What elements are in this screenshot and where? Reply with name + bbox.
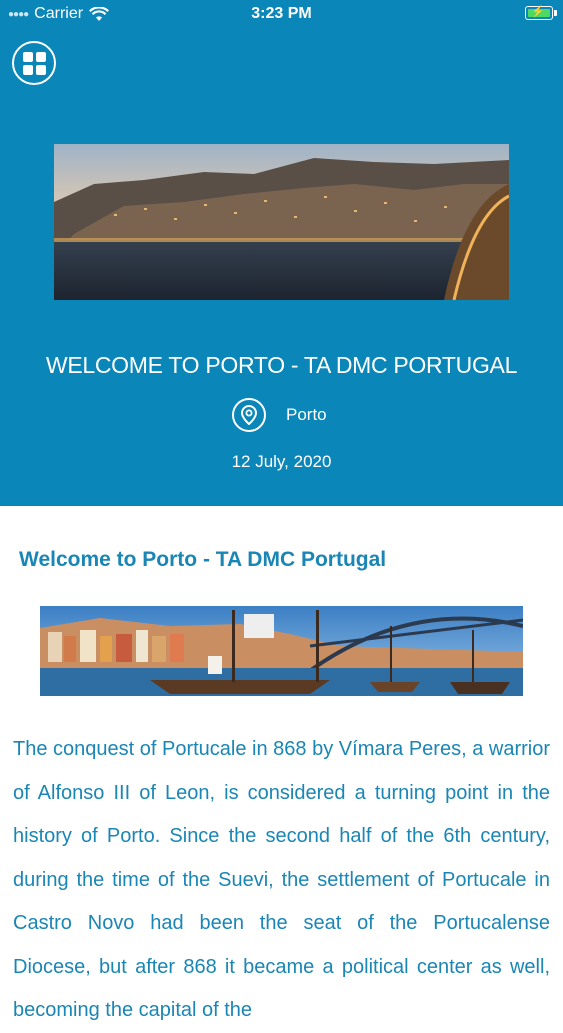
hero-image <box>54 144 509 300</box>
location-pin-icon <box>232 398 266 432</box>
porto-banner-image <box>40 606 523 696</box>
menu-button[interactable] <box>12 41 56 85</box>
status-bar: ●●●● Carrier 3:23 PM ⚡ <box>0 0 563 28</box>
content-title: Welcome to Porto - TA DMC Portugal <box>19 548 387 571</box>
event-header: WELCOME TO PORTO - TA DMC PORTUGAL Porto… <box>0 28 563 506</box>
event-date: 12 July, 2020 <box>231 452 332 471</box>
event-title: WELCOME TO PORTO - TA DMC PORTUGAL <box>45 352 518 378</box>
status-time: 3:23 PM <box>251 5 312 22</box>
content-body: The conquest of Portucale in 868 by Víma… <box>13 738 550 1021</box>
event-location: Porto <box>232 398 327 432</box>
grid-icon <box>22 51 46 75</box>
location-label: Porto <box>286 405 327 424</box>
